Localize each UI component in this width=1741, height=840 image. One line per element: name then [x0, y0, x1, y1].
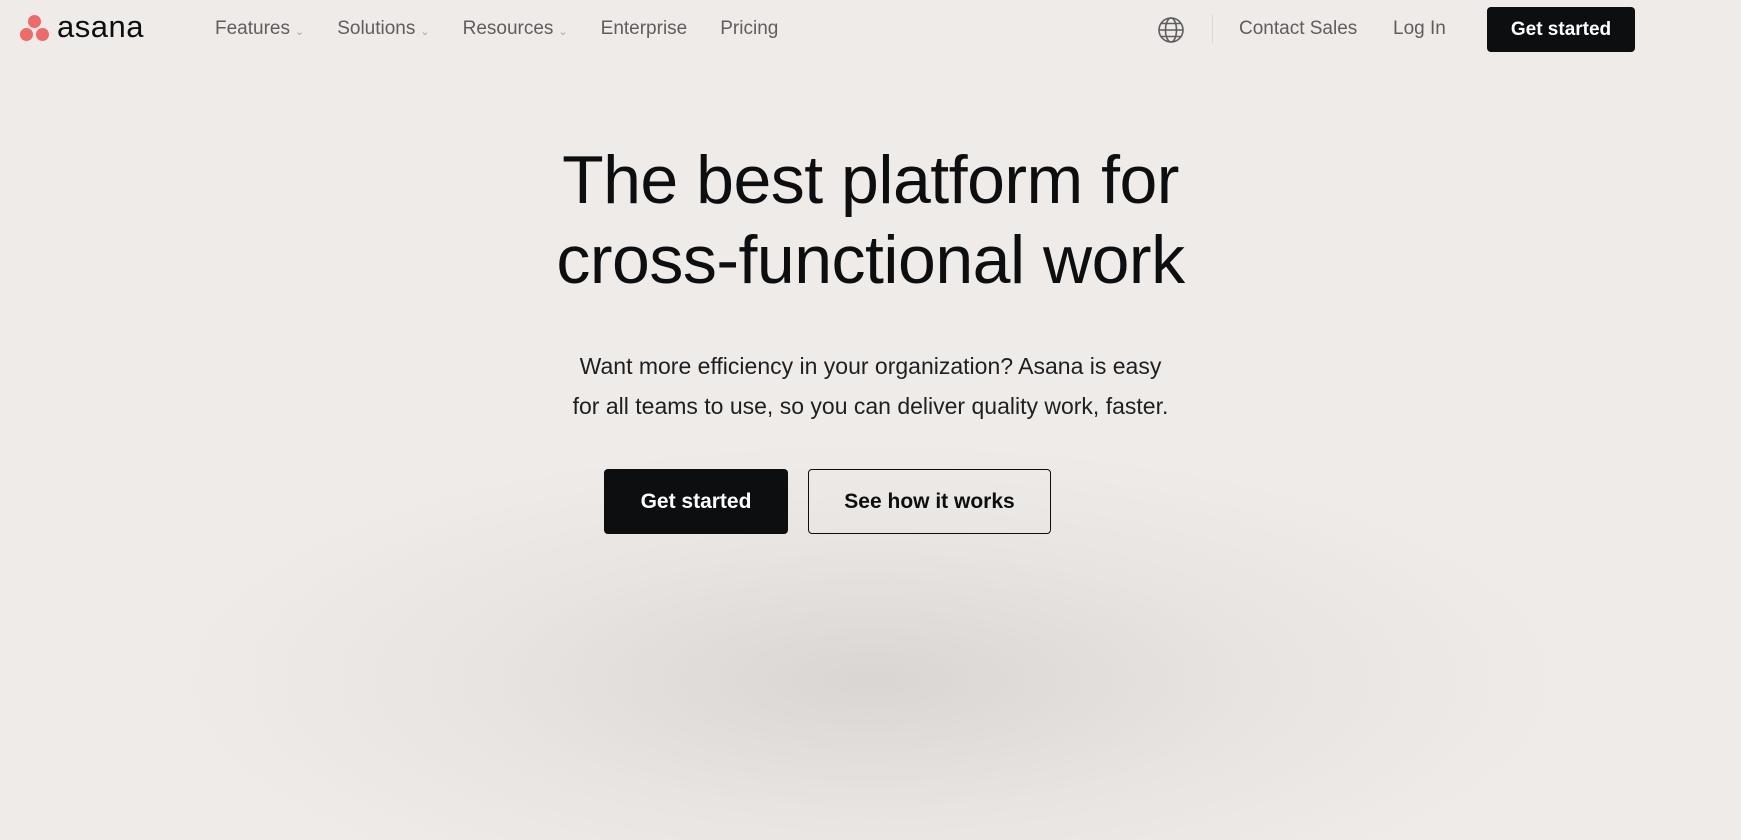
asana-logo[interactable]: asana [19, 8, 144, 44]
hero-subtitle-line: for all teams to use, so you can deliver… [572, 393, 1169, 419]
nav-item-pricing[interactable]: Pricing [720, 18, 778, 40]
chevron-down-icon: ⌄ [420, 25, 430, 38]
nav-item-solutions[interactable]: Solutions ⌄ [337, 18, 429, 40]
nav-item-label: Resources [462, 18, 554, 39]
nav-get-started-button[interactable]: Get started [1487, 7, 1635, 52]
see-how-it-works-button[interactable]: See how it works [808, 469, 1051, 534]
primary-nav: Features ⌄ Solutions ⌄ Resources ⌄ Enter… [215, 0, 811, 58]
hero-title-line: cross-functional work [556, 222, 1185, 298]
nav-divider [1212, 14, 1213, 44]
nav-item-label: Enterprise [600, 18, 688, 39]
chevron-down-icon: ⌄ [558, 25, 568, 38]
nav-item-label: Solutions [337, 18, 416, 39]
nav-item-features[interactable]: Features ⌄ [215, 18, 304, 40]
hero-subtitle-line: Want more efficiency in your organizatio… [579, 353, 1162, 379]
nav-item-resources[interactable]: Resources ⌄ [463, 18, 568, 40]
logo-wordmark: asana [57, 8, 144, 44]
nav-item-label: Pricing [720, 18, 779, 39]
chevron-down-icon: ⌄ [294, 25, 305, 38]
globe-icon[interactable] [1157, 16, 1185, 44]
nav-item-enterprise[interactable]: Enterprise [601, 18, 688, 40]
hero-title-line: The best platform for [562, 142, 1179, 218]
hero-subtitle: Want more efficiency in your organizatio… [0, 346, 1741, 426]
contact-sales-link[interactable]: Contact Sales [1239, 18, 1357, 40]
log-in-link[interactable]: Log In [1393, 18, 1446, 40]
nav-item-label: Features [215, 18, 290, 39]
hero-get-started-button[interactable]: Get started [604, 469, 788, 534]
top-navigation: asana Features ⌄ Solutions ⌄ Resources ⌄… [0, 0, 1741, 58]
hero-title: The best platform for cross-functional w… [0, 140, 1741, 300]
asana-dots-icon [19, 14, 51, 42]
